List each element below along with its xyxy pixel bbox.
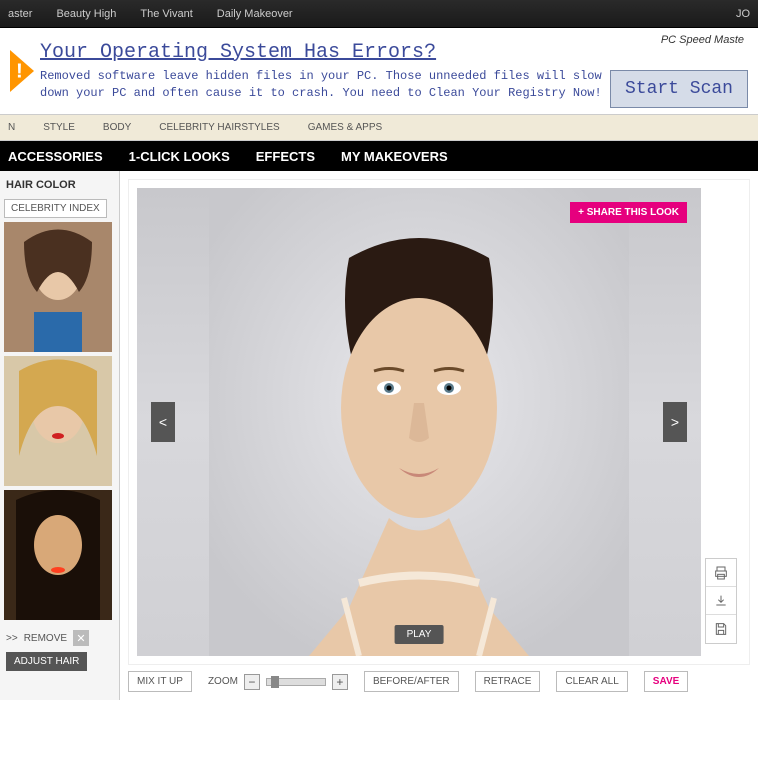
mix-it-up-button[interactable]: MIX IT UP [128,671,192,692]
adjust-hair-button[interactable]: ADJUST HAIR [6,652,87,671]
warning-icon: ! [10,41,34,101]
share-look-button[interactable]: + SHARE THIS LOOK [570,202,687,223]
mainnav-item[interactable]: CELEBRITY HAIRSTYLES [159,122,279,133]
ad-title: Your Operating System Has Errors? [40,41,610,64]
celebrity-thumb[interactable] [4,490,112,620]
download-icon[interactable] [706,587,736,615]
print-icon[interactable] [706,559,736,587]
next-arrow-button[interactable]: > [663,402,687,442]
start-scan-button[interactable]: Start Scan [610,70,748,108]
subnav-effects[interactable]: EFFECTS [256,149,315,164]
makeover-canvas[interactable]: + SHARE THIS LOOK < > PLAY [137,188,701,656]
mainnav-item[interactable]: BODY [103,122,131,133]
prev-arrow-button[interactable]: < [151,402,175,442]
topnav-item[interactable]: Daily Makeover [217,8,293,20]
retrace-button[interactable]: RETRACE [475,671,541,692]
save-disk-icon[interactable] [706,615,736,643]
save-button[interactable]: SAVE [644,671,689,692]
celebrity-index-button[interactable]: CELEBRITY INDEX [4,199,107,218]
celebrity-thumb[interactable] [4,356,112,486]
topnav-right[interactable]: JO [736,8,750,20]
celebrity-thumb[interactable] [4,222,112,352]
play-button[interactable]: PLAY [395,625,444,644]
mainnav-item[interactable]: N [8,122,15,133]
topnav-item[interactable]: aster [8,8,32,20]
svg-text:!: ! [16,61,23,83]
remove-x-icon[interactable]: ✕ [73,630,89,646]
subnav-1click[interactable]: 1-CLICK LOOKS [129,149,230,164]
zoom-label: ZOOM [208,676,238,687]
clear-all-button[interactable]: CLEAR ALL [556,671,627,692]
sidebar-title: HAIR COLOR [4,175,115,195]
subnav-mymakeovers[interactable]: MY MAKEOVERS [341,149,448,164]
topnav-item[interactable]: Beauty High [56,8,116,20]
zoom-handle[interactable] [271,676,279,688]
remove-button[interactable]: REMOVE [24,633,67,644]
arrows-icon[interactable]: >> [6,633,18,644]
subnav-accessories[interactable]: ACCESSORIES [8,149,103,164]
mainnav-item[interactable]: STYLE [43,122,75,133]
ad-banner: ! Your Operating System Has Errors? Remo… [0,28,758,115]
model-image [209,188,629,656]
topnav-item[interactable]: The Vivant [140,8,192,20]
before-after-button[interactable]: BEFORE/AFTER [364,671,459,692]
zoom-slider[interactable] [266,678,326,686]
ad-brand: PC Speed Maste [661,34,744,46]
ad-body: Removed software leave hidden files in y… [40,68,610,102]
zoom-out-button[interactable]: − [244,674,260,690]
zoom-in-button[interactable]: + [332,674,348,690]
mainnav-item[interactable]: GAMES & APPS [308,122,382,133]
